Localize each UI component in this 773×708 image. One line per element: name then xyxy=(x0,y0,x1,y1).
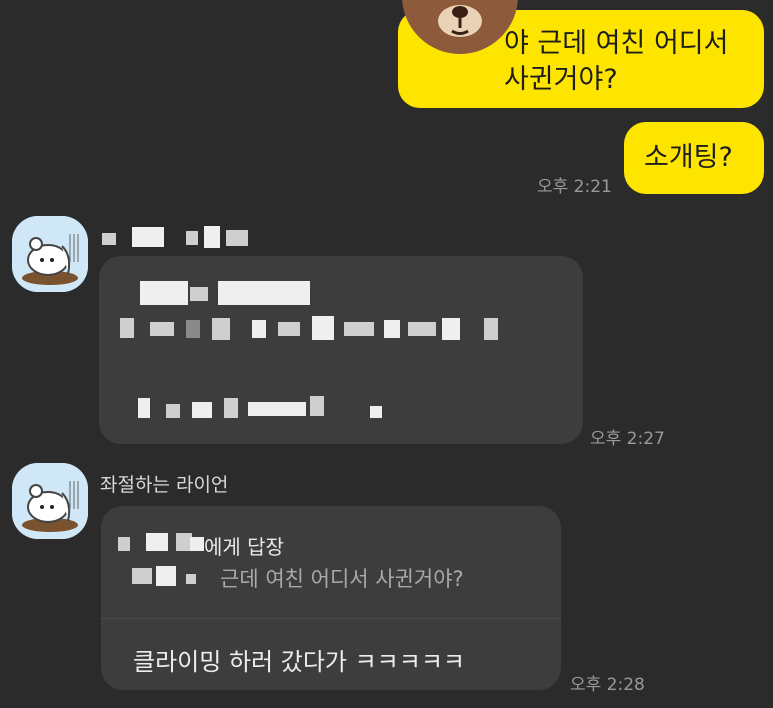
message-timestamp: 오후 2:28 xyxy=(570,675,645,695)
avatar[interactable] xyxy=(12,216,88,292)
ryan-sad-avatar-icon xyxy=(12,463,88,539)
outgoing-message-text: 야 근데 여친 어디서 사귄거야? xyxy=(504,28,729,95)
ryan-sad-avatar-icon xyxy=(12,216,88,292)
reply-header: 에게 답장 xyxy=(204,535,284,559)
sender-name: 좌절하는 라이언 xyxy=(100,474,229,496)
reply-quote: 근데 여친 어디서 사귄거야? xyxy=(220,567,464,591)
reply-message-text: 클라이밍 하러 갔다가 ㅋㅋㅋㅋㅋ xyxy=(133,648,466,676)
outgoing-message-bubble[interactable]: 소개팅? xyxy=(624,122,764,194)
outgoing-message-text: 소개팅? xyxy=(644,142,733,173)
message-timestamp: 오후 2:21 xyxy=(537,177,612,197)
reply-divider xyxy=(101,618,561,619)
avatar[interactable] xyxy=(12,463,88,539)
message-timestamp: 오후 2:27 xyxy=(590,429,665,449)
brown-bear-icon xyxy=(402,0,518,54)
chat-room: 야 근데 여친 어디서 사귄거야? 소개팅? 오후 2:21 오후 2:27 좌… xyxy=(0,0,773,708)
